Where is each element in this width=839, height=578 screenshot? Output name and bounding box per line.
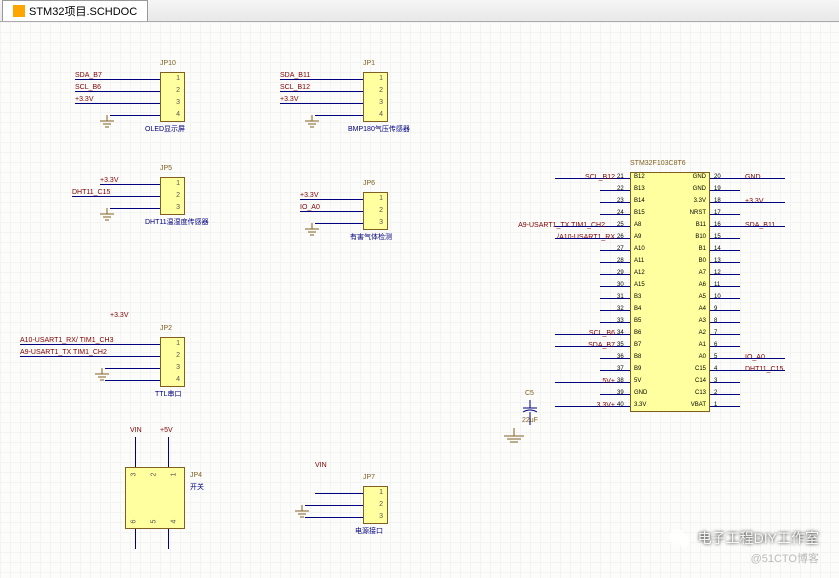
tab-title: STM32项目.SCHDOC xyxy=(29,3,137,19)
wechat-icon xyxy=(668,528,692,548)
label-jp5: DHT11温湿度传感器 xyxy=(145,217,209,227)
schematic-canvas[interactable]: JP10 1 2 3 4 OLED显示屏 SDA_B7 SCL_B6 +3.3V… xyxy=(0,22,839,578)
val-cap: 22uF xyxy=(522,417,538,424)
net: +3.3V xyxy=(75,96,94,103)
schematic-icon xyxy=(13,5,25,17)
gnd-icon xyxy=(100,208,114,222)
net: +5V xyxy=(160,427,173,434)
net: +3.3V xyxy=(280,96,299,103)
refdes-jp6: JP6 xyxy=(363,180,375,187)
refdes-jp10: JP10 xyxy=(160,60,176,67)
net: A9-USART1_TX TIM1_CH2 xyxy=(20,349,107,356)
stm32-ic xyxy=(630,172,710,412)
net: VIN xyxy=(130,427,142,434)
refdes-jp1: JP1 xyxy=(363,60,375,67)
label-jp4: 开关 xyxy=(190,482,204,492)
jp2: 1 2 3 4 xyxy=(160,337,185,387)
refdes-jp5: JP5 xyxy=(160,165,172,172)
document-tab[interactable]: STM32项目.SCHDOC xyxy=(2,0,148,21)
net: +3.3V xyxy=(300,192,319,199)
watermark-sub: @51CTO博客 xyxy=(751,550,819,566)
refdes-jp4: JP4 xyxy=(190,472,202,479)
net: SCL_B12 xyxy=(280,84,310,91)
gnd-icon xyxy=(95,368,109,382)
tab-bar: STM32项目.SCHDOC xyxy=(0,0,839,22)
label-jp1: BMP180气压传感器 xyxy=(348,124,410,134)
watermark: 电子工程DIY工作室 xyxy=(668,528,819,548)
jp4: 3 2 1 6 5 4 xyxy=(125,467,185,529)
refdes-ic: STM32F103C8T6 xyxy=(630,160,686,167)
net: +3.3V xyxy=(100,177,119,184)
net: DHT11_C15 xyxy=(72,189,110,196)
net: A10-USART1_RX/ TIM1_CH3 xyxy=(20,337,114,344)
jp7: 1 2 3 xyxy=(363,486,388,524)
label-jp10: OLED显示屏 xyxy=(145,124,185,134)
refdes-jp7: JP7 xyxy=(363,474,375,481)
label-jp2: TTL串口 xyxy=(155,389,181,399)
jp5: 1 2 3 xyxy=(160,177,185,215)
jp1: 1 2 3 4 xyxy=(363,72,388,122)
refdes-jp2: JP2 xyxy=(160,325,172,332)
gnd-icon xyxy=(305,223,319,237)
label-jp6: 有害气体检测 xyxy=(350,232,392,242)
gnd-icon xyxy=(295,505,309,519)
net: IO_A0 xyxy=(300,204,320,211)
jp10: 1 2 3 4 xyxy=(160,72,185,122)
gnd-icon xyxy=(305,115,319,129)
jp6: 1 2 3 xyxy=(363,192,388,230)
gnd-icon xyxy=(504,428,524,446)
label-jp7: 电源接口 xyxy=(355,526,383,536)
net: +3.3V xyxy=(110,312,129,319)
net: VIN xyxy=(315,462,327,469)
net: SDA_B11 xyxy=(280,72,310,79)
refdes-cap: C5 xyxy=(525,390,534,397)
gnd-icon xyxy=(100,115,114,129)
net: SCL_B6 xyxy=(75,84,101,91)
net: SDA_B7 xyxy=(75,72,102,79)
